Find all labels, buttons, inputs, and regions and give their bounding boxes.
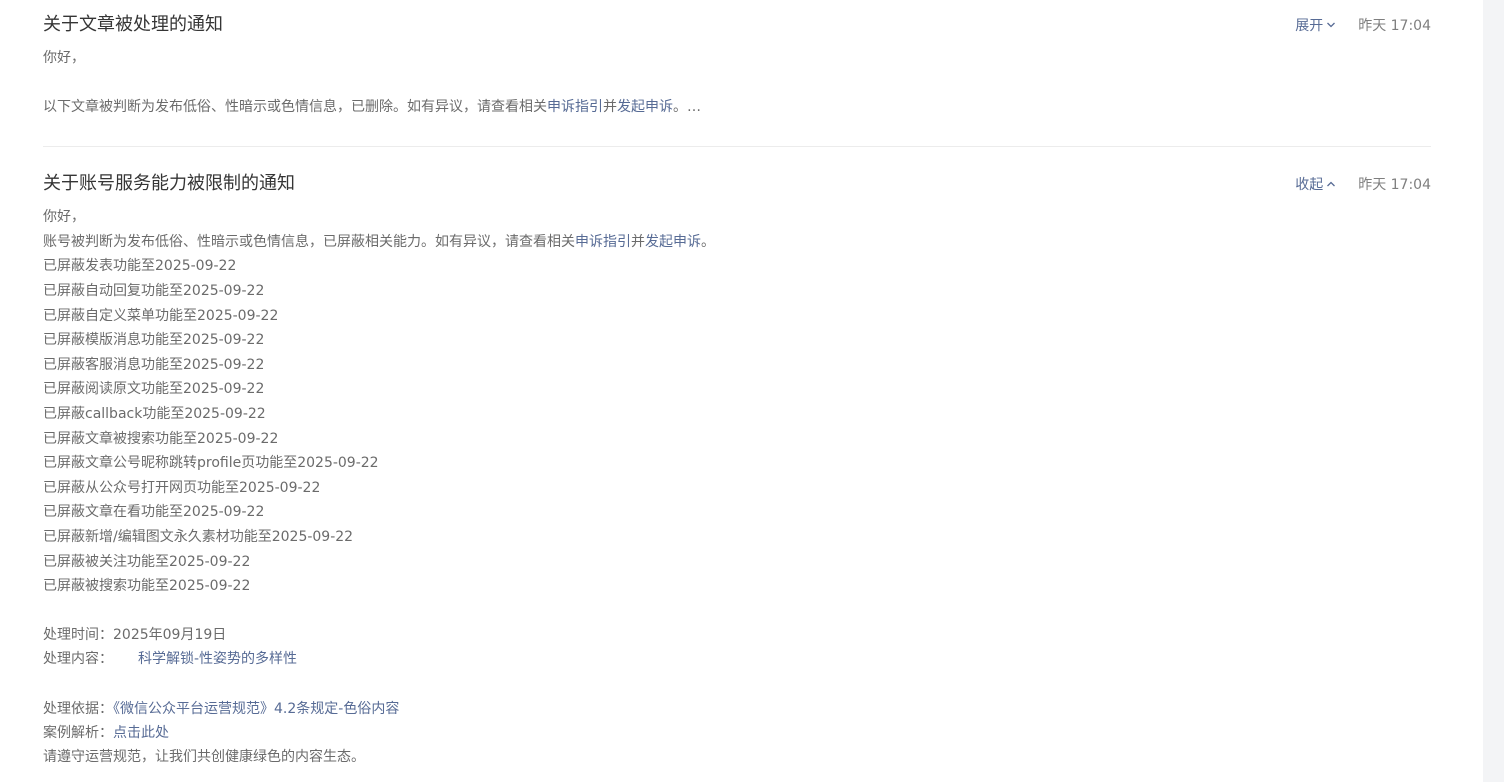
notice-summary: 以下文章被判断为发布低俗、性暗示或色情信息，已删除。如有异议，请查看相关申诉指引… [43, 95, 1431, 120]
file-appeal-link[interactable]: 发起申诉 [617, 99, 673, 115]
notification-list: 关于文章被处理的通知 展开 昨天 17:04 你好， 以下文章被判断为发布低俗、… [43, 0, 1431, 769]
notice-meta: 展开 昨天 17:04 [1295, 13, 1431, 37]
summary-end: 。 [701, 233, 715, 250]
summary-text: 以下文章被判断为发布低俗、性暗示或色情信息，已删除。如有异议，请查看相关 [43, 98, 547, 115]
chevron-up-icon [1327, 181, 1336, 187]
notice-account-restricted: 关于账号服务能力被限制的通知 收起 昨天 17:04 你好， 账号被判断为发布低… [43, 147, 1431, 769]
restriction-list: 已屏蔽发表功能至2025-09-22 已屏蔽自动回复功能至2025-09-22 … [43, 254, 1431, 598]
case-label: 案例解析： [43, 724, 113, 741]
file-appeal-link[interactable]: 发起申诉 [645, 234, 701, 250]
appeal-guide-link[interactable]: 申诉指引 [547, 99, 603, 115]
process-content-label: 处理内容： [43, 650, 113, 667]
basis-row: 处理依据：《微信公众平台运营规范》4.2条规定-色俗内容 [43, 697, 1431, 721]
expand-toggle[interactable]: 展开 [1295, 15, 1336, 35]
notice-time: 昨天 17:04 [1358, 177, 1431, 194]
restriction-item: 已屏蔽客服消息功能至2025-09-22 [43, 356, 265, 373]
processed-article-link[interactable]: 科学解锁-性姿势的多样性 [138, 651, 297, 667]
restriction-item: 已屏蔽新增/编辑图文永久素材功能至2025-09-22 [43, 528, 354, 545]
case-analysis-link[interactable]: 点击此处 [113, 725, 169, 741]
notice-header: 关于账号服务能力被限制的通知 收起 昨天 17:04 [43, 172, 1431, 196]
restriction-item: 已屏蔽文章在看功能至2025-09-22 [43, 504, 265, 521]
chevron-down-icon [1327, 22, 1336, 28]
rules-link[interactable]: 《微信公众平台运营规范》4.2条规定-色俗内容 [113, 701, 399, 717]
restriction-item: 已屏蔽自动回复功能至2025-09-22 [43, 282, 265, 299]
restriction-item: 已屏蔽callback功能至2025-09-22 [43, 405, 266, 422]
summary-mid: 并 [603, 98, 617, 115]
restriction-item: 已屏蔽阅读原文功能至2025-09-22 [43, 381, 265, 398]
basis-label: 处理依据： [43, 700, 113, 717]
process-time-row: 处理时间：2025年09月19日 [43, 623, 1431, 647]
collapse-label: 收起 [1295, 177, 1324, 194]
closing-text: 请遵守运营规范，让我们共创健康绿色的内容生态。 [43, 748, 365, 765]
notice-title: 关于文章被处理的通知 [43, 14, 223, 35]
notice-header: 关于文章被处理的通知 展开 昨天 17:04 [43, 13, 1431, 37]
restriction-item: 已屏蔽被搜索功能至2025-09-22 [43, 578, 251, 595]
collapse-toggle[interactable]: 收起 [1295, 174, 1336, 194]
process-time-value: 2025年09月19日 [113, 626, 227, 643]
notice-meta: 收起 昨天 17:04 [1295, 172, 1431, 196]
restriction-item: 已屏蔽文章公号昵称跳转profile页功能至2025-09-22 [43, 455, 379, 472]
summary-mid: 并 [631, 233, 645, 250]
notice-title: 关于账号服务能力被限制的通知 [43, 173, 295, 195]
notice-greeting: 你好， [43, 209, 85, 226]
scrollbar-track[interactable] [1483, 0, 1504, 782]
appeal-guide-link[interactable]: 申诉指引 [575, 234, 631, 250]
process-content-row: 处理内容： 科学解锁-性姿势的多样性 [43, 647, 1431, 671]
expand-label: 展开 [1295, 18, 1324, 34]
notice-greeting: 你好， [43, 50, 85, 66]
restriction-item: 已屏蔽从公众号打开网页功能至2025-09-22 [43, 479, 321, 496]
restriction-item: 已屏蔽文章被搜索功能至2025-09-22 [43, 430, 279, 447]
notice-time: 昨天 17:04 [1358, 18, 1431, 34]
case-row: 案例解析：点击此处 [43, 721, 1431, 745]
restriction-item: 已屏蔽模版消息功能至2025-09-22 [43, 332, 265, 349]
restriction-item: 已屏蔽自定义菜单功能至2025-09-22 [43, 307, 279, 324]
summary-text: 账号被判断为发布低俗、性暗示或色情信息，已屏蔽相关能力。如有异议，请查看相关 [43, 233, 575, 250]
restriction-item: 已屏蔽被关注功能至2025-09-22 [43, 553, 251, 570]
process-time-label: 处理时间： [43, 626, 113, 643]
restriction-item: 已屏蔽发表功能至2025-09-22 [43, 258, 237, 275]
notification-page: 关于文章被处理的通知 展开 昨天 17:04 你好， 以下文章被判断为发布低俗、… [0, 0, 1504, 782]
summary-end: 。… [673, 98, 701, 115]
notice-summary: 账号被判断为发布低俗、性暗示或色情信息，已屏蔽相关能力。如有异议，请查看相关申诉… [43, 230, 1431, 255]
notice-article-processed: 关于文章被处理的通知 展开 昨天 17:04 你好， 以下文章被判断为发布低俗、… [43, 0, 1431, 119]
